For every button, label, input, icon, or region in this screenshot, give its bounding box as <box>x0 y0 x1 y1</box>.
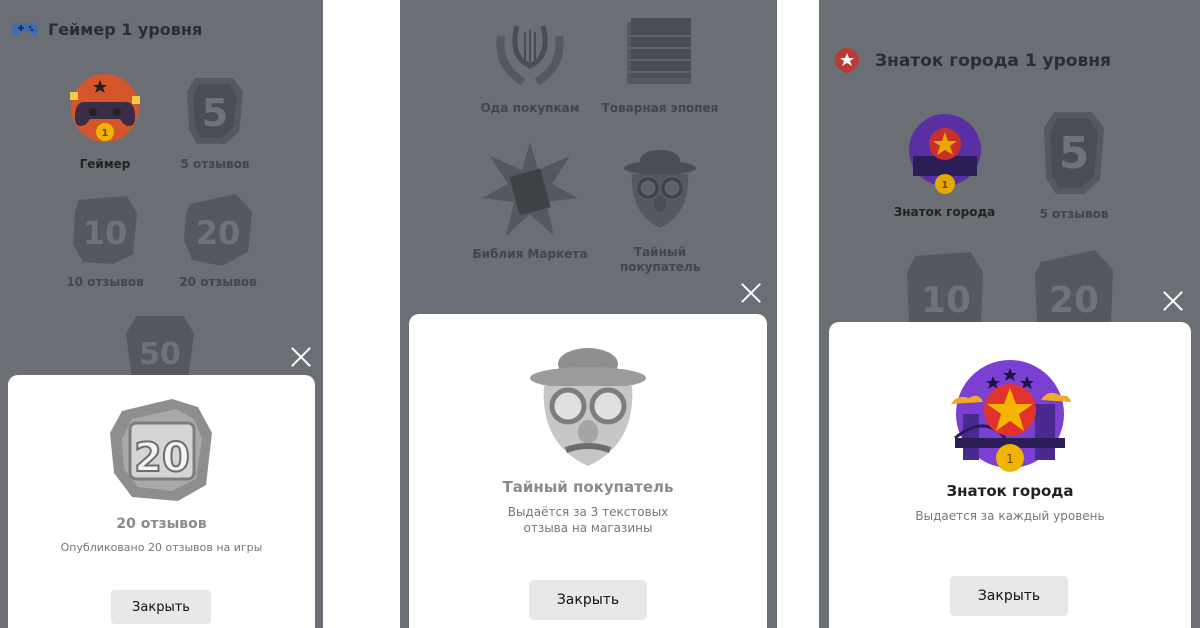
badge-label: 5 отзывов <box>180 157 250 171</box>
badge-secret-shopper[interactable]: Тайный покупатель <box>605 146 715 275</box>
badge-shield-icon: 10 <box>73 196 137 264</box>
badge-bible[interactable]: Библия Маркета <box>460 140 600 262</box>
sheet-description: Выдается за каждый уровень <box>915 509 1105 523</box>
badge-20-reviews[interactable]: 20 <box>1019 246 1129 329</box>
sheet-description: Выдаётся за 3 текстовых отзыва на магази… <box>507 505 669 535</box>
gamepad-icon <box>12 23 38 36</box>
badge-label: Знаток города <box>893 205 996 219</box>
badge-number: 50 <box>139 337 181 372</box>
badge-label: Ода покупкам <box>480 101 580 115</box>
page-title: Геймер 1 уровня <box>48 19 203 39</box>
sheet-description: Опубликовано 20 отзывов на игры <box>60 541 263 554</box>
screen-secret-shopper: Ода покупкам Товарная эпопея Библия Марк… <box>400 0 777 628</box>
close-icon[interactable] <box>290 346 312 368</box>
badge-shield-icon: 20 <box>1035 250 1113 326</box>
achievement-header: Знаток города 1 уровня <box>833 46 1111 76</box>
badge-shield-icon: 20 <box>184 194 252 266</box>
badge-number: 20 <box>1049 280 1099 321</box>
badge-label: 20 отзывов <box>179 275 257 289</box>
screen-city-expert: Знаток города 1 уровня 1 Знаток города 5… <box>819 0 1200 628</box>
badge-shield-icon: 5 <box>187 78 243 144</box>
badge-10-reviews[interactable]: 10 <box>891 246 1001 329</box>
badge-10-reviews[interactable]: 10 10 отзывов <box>55 190 155 290</box>
badge-city-expert[interactable]: 1 Знаток города <box>887 110 1002 220</box>
book-burst-icon <box>482 142 578 236</box>
badge-oda[interactable]: Ода покупкам <box>460 6 600 116</box>
achievement-sheet: 1 Знаток города Выдается за каждый урове… <box>829 322 1191 628</box>
sheet-title: 20 отзывов <box>116 516 207 532</box>
lyre-wreath-icon <box>496 25 564 86</box>
medal-level: 1 <box>941 180 948 191</box>
achievement-sheet: Тайный покупатель Выдаётся за 3 текстовы… <box>409 314 767 628</box>
badge-epic[interactable]: Товарная эпопея <box>590 6 730 116</box>
sheet-title: Тайный покупатель <box>502 478 674 496</box>
badge-50-reviews[interactable]: 50 <box>110 308 210 381</box>
close-button[interactable]: Закрыть <box>111 590 211 624</box>
badge-shield-icon: 50 <box>126 316 194 378</box>
badge-number: 10 <box>921 280 971 321</box>
badge-label: Тайный покупатель <box>620 245 701 274</box>
close-icon[interactable] <box>740 282 762 304</box>
close-icon[interactable] <box>1162 290 1184 312</box>
gamer-badge-icon: 1 <box>70 74 140 142</box>
page-title: Знаток города 1 уровня <box>875 51 1111 71</box>
close-button[interactable]: Закрыть <box>950 576 1068 616</box>
badge-label: Геймер <box>79 157 131 171</box>
spy-face-icon <box>624 150 696 228</box>
screen-gamer: Геймер 1 уровня 1 Геймер 5 5 отзывов 10 … <box>0 0 323 628</box>
badge-number: 20 <box>134 435 190 481</box>
badge-shield-icon: 5 <box>1044 112 1104 194</box>
badge-20-reviews-icon: 20 <box>109 399 212 501</box>
badge-gamer[interactable]: 1 Геймер <box>50 70 160 172</box>
achievement-header: Геймер 1 уровня <box>12 18 202 40</box>
badge-number: 5 <box>202 91 228 135</box>
medal-level: 1 <box>102 128 109 139</box>
city-star-icon <box>834 48 859 74</box>
badge-number: 10 <box>83 214 128 252</box>
spy-face-icon <box>530 348 646 466</box>
badge-label: Товарная эпопея <box>601 101 719 115</box>
badge-label: Библия Маркета <box>472 247 588 261</box>
badge-shield-icon: 10 <box>907 252 983 326</box>
achievement-sheet: 20 20 отзывов Опубликовано 20 отзывов на… <box>8 375 315 628</box>
book-stack-icon <box>627 18 691 84</box>
badge-number: 20 <box>196 214 241 252</box>
city-expert-badge-icon: 1 <box>908 114 981 194</box>
badge-20-reviews[interactable]: 20 20 отзывов <box>168 190 268 290</box>
medal-level: 1 <box>1006 452 1014 466</box>
sheet-title: Знаток города <box>946 482 1074 500</box>
badge-5-reviews[interactable]: 5 5 отзывов <box>1024 104 1124 222</box>
close-button[interactable]: Закрыть <box>529 580 647 620</box>
badge-number: 5 <box>1059 128 1090 179</box>
city-expert-badge-icon: 1 <box>951 360 1071 472</box>
badge-label: 5 отзывов <box>1039 207 1109 221</box>
badge-5-reviews[interactable]: 5 5 отзывов <box>165 70 265 172</box>
badge-label: 10 отзывов <box>66 275 144 289</box>
